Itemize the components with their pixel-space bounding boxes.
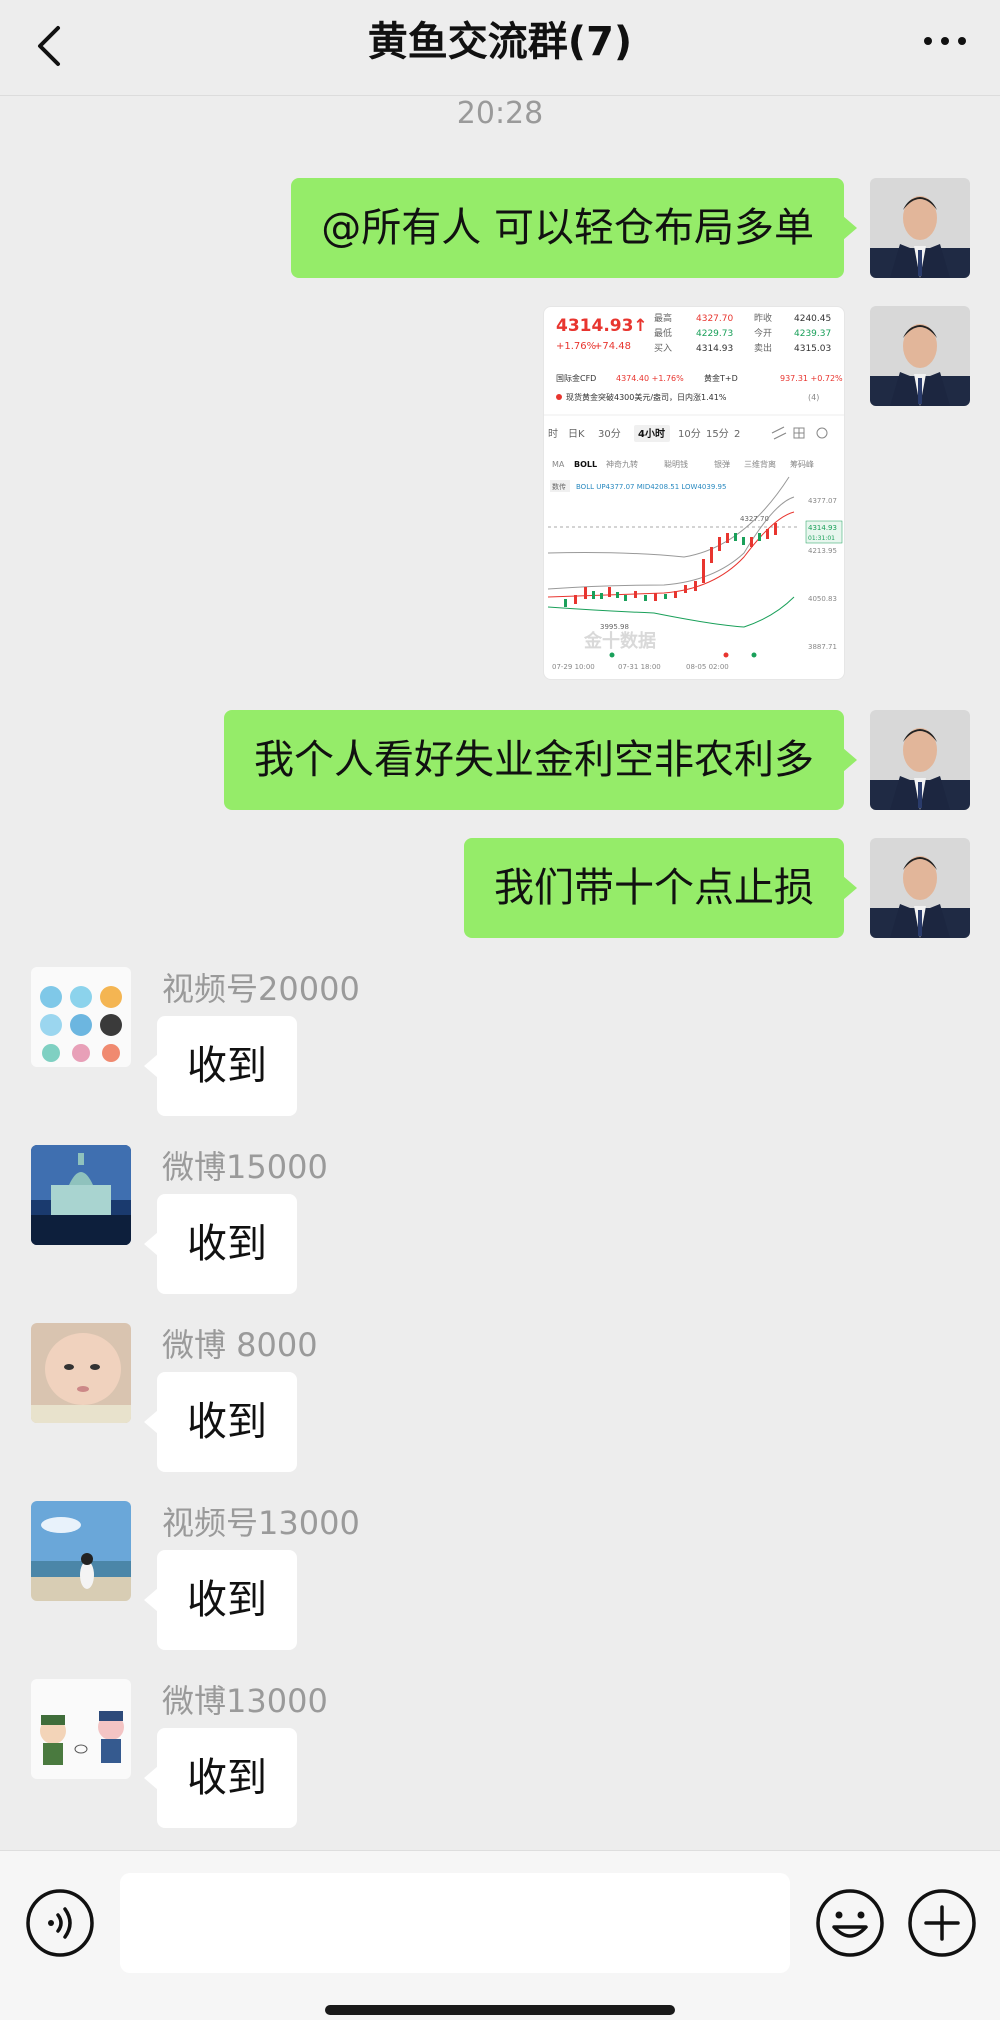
- watermark: 金十数据: [583, 630, 656, 652]
- draw-tool-icon: [771, 426, 787, 440]
- event-marker: [751, 652, 757, 658]
- member-message-bubble[interactable]: 收到: [144, 1372, 297, 1472]
- indicator-label: 神奇九转: [606, 459, 638, 469]
- chart-tab: 30分: [598, 428, 621, 440]
- indicator-label: 三维背离: [744, 459, 776, 469]
- cfd-label: 国际金CFD: [556, 373, 596, 383]
- sender-name: 视频号20000: [162, 970, 360, 1008]
- stat-label: 卖出: [754, 342, 772, 354]
- self-message-bubble[interactable]: @所有人 可以轻仓布局多单: [291, 178, 857, 278]
- stat-label: 最高: [654, 312, 672, 324]
- td-label: 黄金T+D: [704, 373, 738, 383]
- indicator-label: 筹码峰: [790, 459, 814, 469]
- message-input[interactable]: [120, 1873, 790, 1973]
- sender-name: 微博15000: [162, 1148, 328, 1186]
- member-avatar[interactable]: [31, 967, 131, 1067]
- y-tick: 4377.07: [808, 497, 837, 505]
- chat-header: 黄鱼交流群(7): [0, 0, 1000, 96]
- y-tick: 3887.71: [808, 643, 837, 651]
- settings-icon: [816, 427, 828, 439]
- chart-tab: 10分: [678, 428, 701, 440]
- stat-label: 昨收: [754, 312, 772, 324]
- stat-value: 4229.73: [696, 329, 733, 339]
- self-message-bubble[interactable]: 我们带十个点止损: [464, 838, 857, 938]
- self-avatar[interactable]: [870, 306, 970, 406]
- more-dots-icon: [924, 37, 966, 45]
- chart-tab: 15分: [706, 428, 729, 440]
- stat-value: 4239.37: [794, 329, 831, 339]
- indicator-label: 聪明钱: [664, 459, 688, 469]
- voice-icon: [26, 1889, 94, 1957]
- news-text: 现货黄金突破4300美元/盎司，日内涨1.41%: [566, 392, 727, 402]
- indicator-label: BOLL: [574, 460, 597, 469]
- price-tag: 4314.93: [808, 524, 837, 532]
- self-avatar[interactable]: [870, 178, 970, 278]
- y-tick: 4050.83: [808, 595, 837, 603]
- price-change-abs: +74.48: [594, 341, 631, 352]
- stat-value: 4240.45: [794, 314, 831, 324]
- chart-tab: 时: [548, 428, 558, 440]
- chart-tab: 2: [734, 429, 740, 440]
- grid-layout-icon: [793, 427, 805, 439]
- more-functions-button[interactable]: [906, 1887, 978, 1959]
- price-value: 4314.93↑: [556, 316, 648, 336]
- sender-name: 微博13000: [162, 1682, 328, 1720]
- voice-button[interactable]: [24, 1887, 96, 1959]
- member-avatar[interactable]: [31, 1679, 131, 1779]
- member-avatar[interactable]: [31, 1501, 131, 1601]
- news-icon: [556, 394, 562, 400]
- stat-value: 4314.93: [696, 344, 733, 354]
- x-tick: 07-29 10:00: [552, 663, 595, 671]
- price-tag-time: 01:31:01: [808, 535, 835, 542]
- self-message-bubble[interactable]: 我个人看好失业金利空非农利多: [224, 710, 857, 810]
- member-message-bubble[interactable]: 收到: [144, 1194, 297, 1294]
- member-avatar[interactable]: [31, 1145, 131, 1245]
- input-bar: [0, 1850, 1000, 2020]
- home-indicator[interactable]: [325, 2005, 675, 2015]
- td-value: 937.31 +0.72%: [780, 374, 843, 383]
- boll-line: BOLL UP4377.07 MID4208.51 LOW4039.95: [576, 483, 726, 491]
- member-message-bubble[interactable]: 收到: [144, 1016, 297, 1116]
- member-message-bubble[interactable]: 收到: [144, 1550, 297, 1650]
- chart-tab: 日K: [568, 429, 585, 440]
- low-label: 3995.98: [600, 623, 629, 631]
- stat-label: 最低: [654, 327, 672, 339]
- indicator-label: 银弹: [714, 459, 730, 469]
- chart-tab-active: 4小时: [638, 427, 665, 440]
- self-avatar[interactable]: [870, 838, 970, 938]
- emoji-icon: [816, 1889, 884, 1957]
- price-change: +1.76%: [556, 341, 596, 352]
- cfd-value: 4374.40 +1.76%: [616, 374, 684, 383]
- chart-screenshot: 4314.93↑ +1.76% +74.48 最高 4327.70 昨收 424…: [544, 312, 844, 671]
- emoji-button[interactable]: [814, 1887, 886, 1959]
- x-tick: 08-05 02:00: [686, 663, 729, 671]
- message-timestamp: 20:28: [456, 96, 544, 131]
- indicator-label: MA: [552, 460, 565, 469]
- member-avatar[interactable]: [31, 1323, 131, 1423]
- image-message[interactable]: 4314.93↑ +1.76% +74.48 最高 4327.70 昨收 424…: [543, 306, 845, 680]
- event-marker: [723, 652, 729, 658]
- event-marker: [609, 652, 615, 658]
- y-tick: 4213.95: [808, 547, 837, 555]
- chart-area: 4327.70 3995.98 金十数据: [547, 476, 799, 652]
- stat-value: 4327.70: [696, 314, 733, 324]
- news-count: (4): [808, 393, 819, 402]
- more-button[interactable]: [920, 26, 970, 56]
- high-label: 4327.70: [740, 515, 769, 523]
- chat-title: 黄鱼交流群(7): [367, 19, 633, 65]
- plus-icon: [908, 1889, 976, 1957]
- self-avatar[interactable]: [870, 710, 970, 810]
- stat-label: 买入: [654, 343, 672, 354]
- sender-name: 视频号13000: [162, 1504, 360, 1542]
- sender-name: 微博 8000: [162, 1326, 318, 1364]
- stat-label: 今开: [754, 327, 772, 339]
- member-message-bubble[interactable]: 收到: [144, 1728, 297, 1828]
- x-tick: 07-31 18:00: [618, 663, 661, 671]
- boll-tag: 数传: [552, 482, 566, 491]
- stat-value: 4315.03: [794, 344, 831, 354]
